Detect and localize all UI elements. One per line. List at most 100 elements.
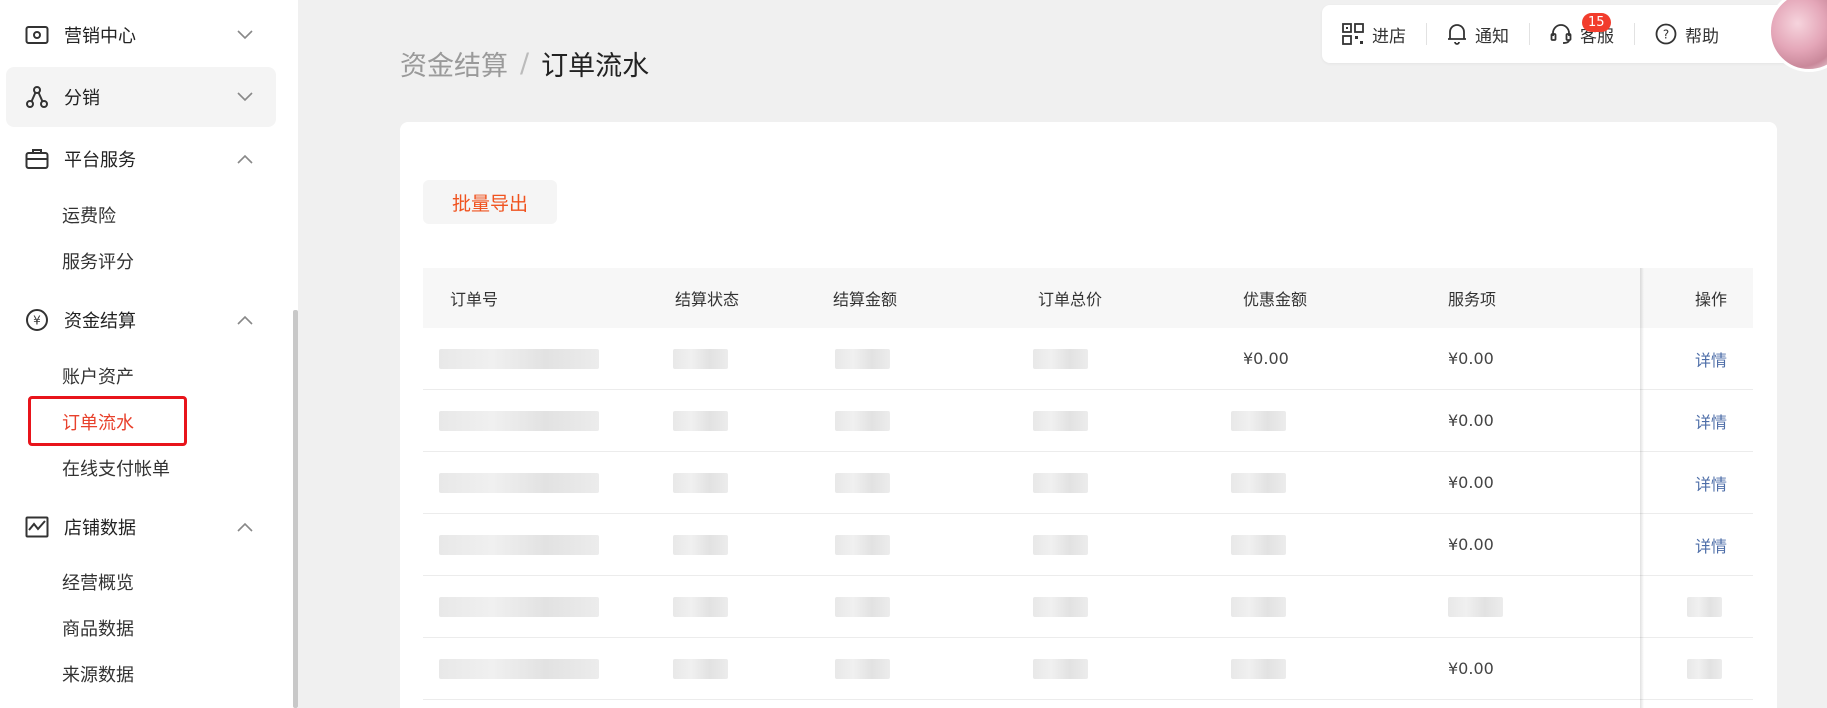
column-header: 订单总价: [1038, 290, 1103, 309]
redacted-cell: [439, 658, 599, 679]
help-label: 帮助: [1685, 26, 1719, 47]
redacted-cell: [1033, 596, 1088, 617]
redacted-cell: [673, 534, 728, 555]
service-cell: ¥0.00: [1448, 411, 1494, 430]
sidebar-item-source-data[interactable]: 来源数据: [62, 661, 134, 687]
bell-icon: [1448, 24, 1466, 45]
table-row: ¥0.00 详情: [423, 390, 1753, 452]
sidebar-item-account-assets[interactable]: 账户资产: [62, 363, 134, 389]
main-card: 批量导出 订单号 结算状态 结算金额 订单总价 优惠金额 服务项 操作 ¥0.0…: [400, 122, 1777, 708]
redacted-cell: [439, 410, 599, 431]
sidebar-item-service-rating[interactable]: 服务评分: [62, 248, 134, 274]
svg-text:?: ?: [1663, 28, 1669, 42]
service-cell: ¥0.00: [1448, 349, 1494, 368]
order-flow-table: 订单号 结算状态 结算金额 订单总价 优惠金额 服务项 操作 ¥0.00 ¥0.…: [423, 268, 1753, 708]
redacted-cell: [1448, 596, 1503, 617]
sidebar-item-freight-insurance[interactable]: 运费险: [62, 202, 116, 228]
redacted-cell: [835, 472, 890, 493]
breadcrumb-parent[interactable]: 资金结算: [400, 44, 508, 83]
breadcrumb-separator: /: [520, 48, 530, 79]
help-circle-icon: ?: [1655, 23, 1677, 45]
redacted-cell: [439, 472, 599, 493]
column-header: 结算状态: [675, 290, 740, 309]
details-link[interactable]: 详情: [1695, 471, 1727, 495]
chevron-up-icon: [234, 148, 256, 170]
table-row: ¥0.00: [423, 638, 1753, 700]
chevron-down-icon: [234, 24, 256, 46]
redacted-cell: [835, 658, 890, 679]
sidebar-scrollbar[interactable]: [293, 310, 298, 708]
notify-button[interactable]: 通知: [1427, 5, 1529, 63]
column-header: 优惠金额: [1243, 290, 1308, 309]
sidebar-group-distribution[interactable]: 分销: [6, 67, 276, 127]
page-title: 订单流水: [541, 51, 650, 82]
table-row: [423, 576, 1753, 638]
redacted-cell: [1231, 472, 1286, 493]
fixed-column-shadow: [1640, 268, 1644, 708]
highlight-box: [28, 396, 187, 446]
sidebar-group-platform-service[interactable]: 平台服务: [6, 129, 276, 189]
redacted-cell: [439, 534, 599, 555]
sidebar-group-label: 平台服务: [64, 150, 136, 171]
redacted-cell: [1231, 534, 1286, 555]
service-cell: ¥0.00: [1448, 473, 1494, 492]
chevron-down-icon: [234, 86, 256, 108]
qr-code-icon: [1342, 23, 1364, 45]
sidebar-group-label: 分销: [64, 88, 100, 109]
redacted-cell: [835, 596, 890, 617]
redacted-cell: [439, 596, 599, 617]
service-cell: ¥0.00: [1448, 659, 1494, 678]
column-header: 操作: [1695, 290, 1728, 309]
redacted-cell: [1231, 658, 1286, 679]
discount-cell: ¥0.00: [1243, 349, 1289, 368]
redacted-cell: [673, 596, 728, 617]
redacted-cell: [1033, 534, 1088, 555]
table-header: 订单号 结算状态 结算金额 订单总价 优惠金额 服务项 操作: [423, 268, 1753, 328]
redacted-cell: [673, 410, 728, 431]
column-header: 结算金额: [833, 290, 898, 309]
column-header: 订单号: [450, 290, 499, 309]
sidebar-item-business-overview[interactable]: 经营概览: [62, 569, 134, 595]
notification-badge: 15: [1582, 13, 1611, 32]
redacted-cell: [835, 410, 890, 431]
redacted-cell: [835, 348, 890, 369]
redacted-cell: [1033, 658, 1088, 679]
redacted-cell: [673, 658, 728, 679]
sidebar-item-product-data[interactable]: 商品数据: [62, 615, 134, 641]
details-link[interactable]: 详情: [1695, 409, 1727, 433]
coupon-icon: [24, 22, 50, 48]
redacted-cell: [439, 348, 599, 369]
redacted-cell: [1033, 348, 1088, 369]
sidebar-item-online-payment-bill[interactable]: 在线支付帐单: [62, 455, 170, 481]
details-link[interactable]: 详情: [1695, 533, 1727, 557]
shop-button[interactable]: 进店: [1322, 5, 1426, 63]
redacted-cell: [835, 534, 890, 555]
sidebar-group-label: 资金结算: [64, 311, 136, 332]
sidebar-group-shop-data[interactable]: 店铺数据: [6, 497, 276, 557]
redacted-cell: [673, 472, 728, 493]
redacted-cell: [1033, 410, 1088, 431]
table-row: ¥0.00 ¥0.00 详情: [423, 328, 1753, 390]
redacted-cell: [1687, 596, 1722, 617]
table-row: ¥0.00 详情: [423, 452, 1753, 514]
column-header: 服务项: [1448, 290, 1497, 309]
sidebar-group-finance[interactable]: ¥ 资金结算: [6, 290, 276, 350]
details-link[interactable]: 详情: [1695, 347, 1727, 371]
headset-icon: [1550, 24, 1572, 44]
table-row: ¥0.00 详情: [423, 514, 1753, 576]
sidebar: 营销中心 分销 平台服务 运费险 服务评分 ¥ 资金结算 账户资产 订单流水 在…: [0, 0, 298, 708]
chevron-up-icon: [234, 309, 256, 331]
sidebar-group-marketing[interactable]: 营销中心: [6, 5, 276, 65]
redacted-cell: [1231, 596, 1286, 617]
customer-service-button[interactable]: 客服 15: [1530, 5, 1634, 63]
redacted-cell: [1033, 472, 1088, 493]
help-button[interactable]: ? 帮助: [1635, 5, 1739, 63]
batch-export-button[interactable]: 批量导出: [423, 180, 557, 224]
sidebar-group-label: 店铺数据: [64, 518, 136, 539]
svg-text:¥: ¥: [33, 314, 41, 328]
yen-circle-icon: ¥: [24, 307, 50, 333]
breadcrumb: 资金结算 / 订单流水: [400, 44, 649, 83]
briefcase-icon: [24, 146, 50, 172]
top-toolbar: 进店 通知 客服 15 ? 帮助: [1322, 5, 1827, 63]
notify-label: 通知: [1475, 26, 1509, 47]
